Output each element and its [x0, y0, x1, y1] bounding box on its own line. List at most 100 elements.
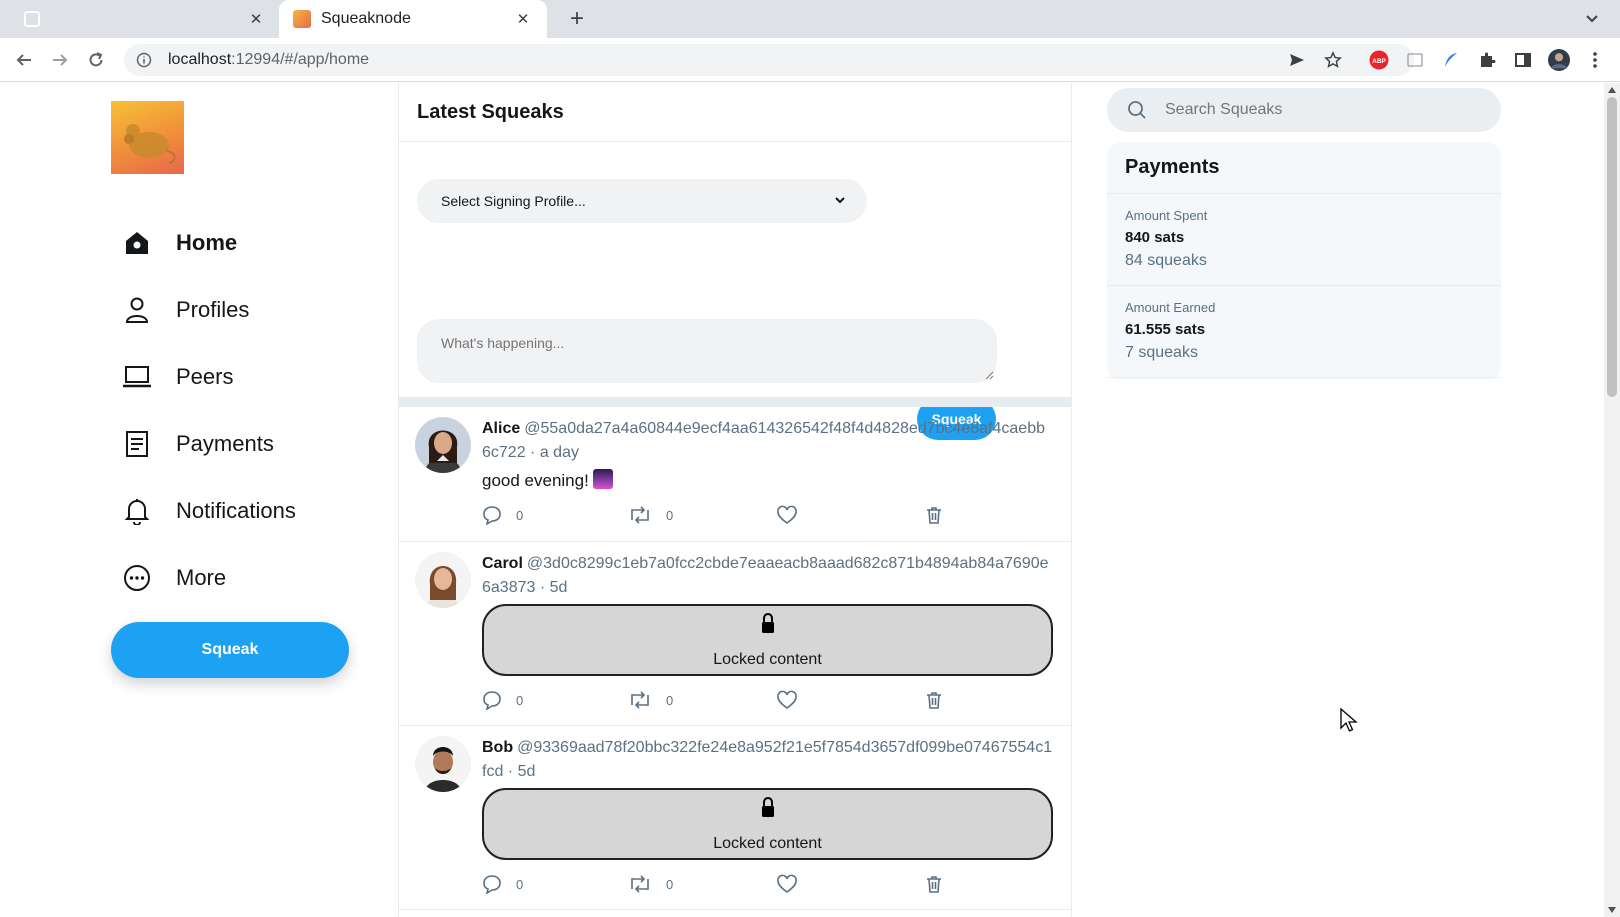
side-panel-icon[interactable]	[1512, 49, 1534, 71]
squeak-actions: 0 0	[482, 676, 1053, 726]
reply-button[interactable]: 0	[482, 690, 523, 710]
more-icon	[120, 561, 154, 595]
lock-icon	[761, 613, 774, 633]
forward-icon[interactable]	[48, 48, 72, 72]
reload-icon[interactable]	[84, 48, 108, 72]
reply-button[interactable]: 0	[482, 505, 523, 525]
home-icon	[120, 226, 154, 260]
feather-icon[interactable]	[1440, 49, 1462, 71]
page-icon	[24, 11, 40, 27]
browser-toolbar: localhost:12994/#/app/home ABP	[0, 38, 1620, 82]
kebab-menu-icon[interactable]	[1584, 49, 1606, 71]
star-icon[interactable]	[1322, 49, 1344, 71]
sidebar-item-more[interactable]: More	[120, 558, 226, 598]
squeak-item[interactable]: Bob @93369aad78f20bbc322fe24e8a952f21e5f7…	[399, 726, 1071, 910]
bell-icon	[120, 494, 154, 528]
like-button[interactable]	[776, 505, 798, 525]
browser-tab[interactable]: ✕	[8, 0, 280, 38]
author-name[interactable]: Bob	[482, 739, 513, 756]
squeak-item[interactable]: Alice @55a0da27a4a60844e9ecf4aa614326542f…	[399, 407, 1071, 542]
page-scrollbar[interactable]	[1604, 83, 1620, 917]
laptop-icon	[120, 360, 154, 394]
extension-icon[interactable]	[1404, 49, 1426, 71]
delete-button[interactable]	[924, 874, 944, 894]
squeak-text-input[interactable]	[417, 319, 997, 383]
trash-icon	[927, 507, 941, 524]
app-logo[interactable]	[111, 101, 184, 174]
resqueak-icon	[631, 506, 649, 524]
avatar[interactable]	[415, 417, 471, 473]
send-icon[interactable]	[1286, 49, 1308, 71]
timestamp: 5d	[549, 579, 568, 596]
reply-icon	[483, 506, 501, 525]
author-name[interactable]: Carol	[482, 555, 523, 572]
search-input[interactable]	[1165, 101, 1465, 119]
back-icon[interactable]	[12, 48, 36, 72]
squeak-item[interactable]: Carol @3d0c8299c1eb7a0fcc2cbde7eaaeacb8aa…	[399, 542, 1071, 726]
search-box[interactable]	[1107, 88, 1501, 132]
person-icon	[120, 293, 154, 327]
locked-content[interactable]: Locked content	[482, 604, 1053, 676]
svg-text:ABP: ABP	[1372, 58, 1386, 65]
like-button[interactable]	[776, 690, 798, 710]
delete-button[interactable]	[924, 690, 944, 710]
squeak-feed: Alice @55a0da27a4a60844e9ecf4aa614326542f…	[399, 407, 1071, 910]
select-value: Select Signing Profile...	[441, 193, 586, 209]
avatar[interactable]	[415, 552, 471, 608]
divider	[399, 397, 1071, 407]
timestamp: a day	[539, 444, 579, 461]
squeak-actions: 0 0	[482, 860, 1053, 910]
sidebar-squeak-button[interactable]: Squeak	[111, 622, 349, 678]
author-name[interactable]: Alice	[482, 420, 520, 437]
payments-card: Payments Amount Spent 840 sats 84 squeak…	[1107, 142, 1501, 380]
signing-profile-select[interactable]: Select Signing Profile...	[417, 179, 867, 223]
resize-grip-icon[interactable]	[984, 370, 994, 380]
close-icon[interactable]: ✕	[513, 10, 533, 28]
resqueak-button[interactable]: 0	[628, 505, 673, 525]
squeak-header: Carol @3d0c8299c1eb7a0fcc2cbde7eaaeacb8aa…	[482, 555, 1049, 596]
scroll-up-icon[interactable]	[1608, 87, 1616, 93]
search-icon	[1128, 101, 1146, 119]
sidebar-item-profiles[interactable]: Profiles	[120, 290, 249, 330]
reply-button[interactable]: 0	[482, 874, 523, 894]
locked-content[interactable]: Locked content	[482, 788, 1053, 860]
lock-icon	[761, 797, 774, 817]
amount-spent-label: Amount Spent	[1125, 208, 1208, 223]
close-icon[interactable]: ✕	[246, 10, 266, 28]
sidebar-item-label: Notifications	[176, 498, 296, 523]
amount-earned-row: Amount Earned 61.555 sats 7 squeaks	[1107, 286, 1501, 378]
resqueak-button[interactable]: 0	[628, 690, 673, 710]
sidebar-item-label: Payments	[176, 431, 274, 456]
sidebar-item-peers[interactable]: Peers	[120, 357, 233, 397]
browser-tab-bar: ✕ Squeaknode ✕ +	[0, 0, 1620, 38]
sidebar-item-notifications[interactable]: Notifications	[120, 491, 296, 531]
avatar[interactable]	[415, 736, 471, 792]
like-button[interactable]	[776, 874, 798, 894]
info-icon[interactable]	[136, 52, 152, 68]
sidebar-item-home[interactable]: Home	[120, 223, 237, 263]
browser-tab-active[interactable]: Squeaknode ✕	[279, 0, 547, 38]
scroll-thumb[interactable]	[1607, 97, 1617, 397]
heart-icon	[777, 690, 797, 709]
resqueak-icon	[631, 875, 649, 893]
timestamp: 5d	[517, 763, 536, 780]
reply-count: 0	[516, 507, 524, 523]
locked-content-label: Locked content	[713, 835, 822, 852]
resqueak-count: 0	[666, 692, 674, 708]
address-bar[interactable]: localhost:12994/#/app/home	[124, 44, 1414, 76]
reply-count: 0	[516, 876, 524, 892]
new-tab-button[interactable]: +	[562, 4, 592, 34]
resqueak-button[interactable]: 0	[628, 874, 673, 894]
adblock-icon[interactable]: ABP	[1368, 49, 1390, 71]
sidebar-item-payments[interactable]: Payments	[120, 424, 274, 464]
trash-icon	[927, 876, 941, 893]
delete-button[interactable]	[924, 505, 944, 525]
chevron-down-icon	[835, 197, 845, 204]
puzzle-icon[interactable]	[1476, 49, 1498, 71]
scroll-down-icon[interactable]	[1608, 907, 1616, 913]
amount-spent-value: 840 sats	[1125, 229, 1185, 246]
profile-avatar-icon[interactable]	[1548, 49, 1570, 71]
author-handle[interactable]: @93369aad78f20bbc322fe24e8a952f21e5f7854…	[482, 739, 1052, 780]
chevron-down-icon[interactable]	[1584, 10, 1600, 26]
squeak-header: Alice @55a0da27a4a60844e9ecf4aa614326542f…	[482, 420, 1045, 461]
